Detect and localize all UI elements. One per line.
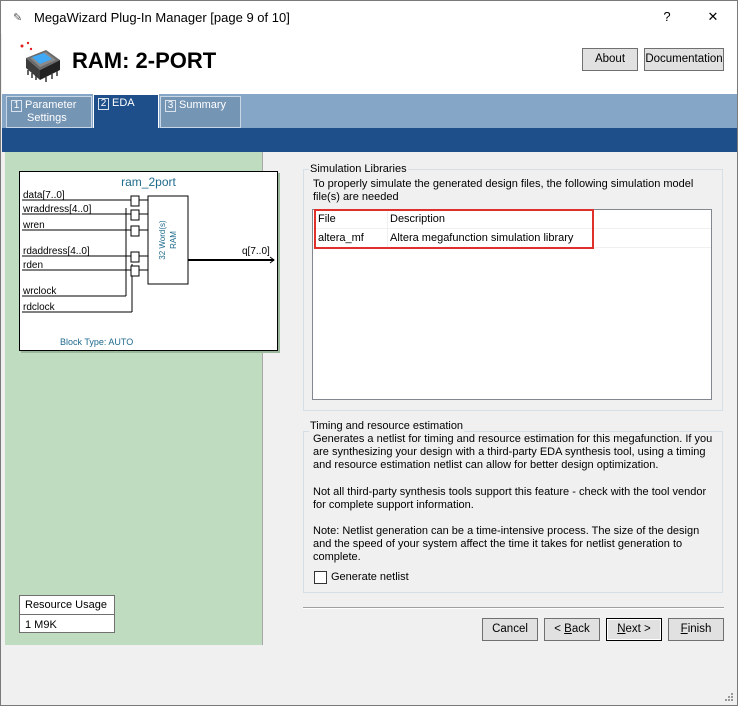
tab-label: Parameter — [25, 99, 77, 111]
close-button[interactable]: ✕ — [699, 5, 727, 29]
tab-number: 3 — [165, 100, 176, 112]
next-accelerator: N — [617, 623, 626, 635]
ram-block-type: RAM — [169, 231, 178, 249]
timing-paragraph-2: Not all third-party synthesis tools supp… — [313, 486, 706, 512]
next-label: ext > — [625, 623, 651, 635]
block-type-label: Block Type: AUTO — [60, 337, 134, 347]
pin-rdaddress: rdaddress[4..0] — [23, 246, 90, 257]
pin-rdclock: rdclock — [23, 302, 55, 313]
tab-number: 1 — [11, 100, 22, 112]
tab-label-line2: Settings — [27, 112, 67, 124]
timing-estimation-label: Timing and resource estimation — [309, 420, 465, 432]
megafunction-chip-icon — [20, 41, 60, 82]
resize-grip-icon[interactable] — [724, 692, 734, 702]
timing-p2-line1: Not all third-party synthesis tools supp… — [313, 486, 707, 498]
wizard-tab-strip: 1 Parameter Settings 2 EDA 3 Summary — [2, 94, 737, 128]
wizard-wand-icon: ✎ — [13, 12, 23, 24]
highlight-annotation — [314, 209, 594, 249]
ram-2port-symbol: ram_2port 32 Word(s) RAM data[7..0] wrad… — [19, 171, 278, 351]
finish-label: inish — [687, 623, 712, 635]
pin-rden: rden — [23, 260, 44, 271]
footer-separator — [303, 607, 724, 609]
timing-p1-line3: and resource estimation netlist can allo… — [313, 459, 659, 471]
timing-p3-line1: Note: Netlist generation can be a time-i… — [313, 525, 700, 537]
resource-usage-header: Resource Usage — [20, 596, 114, 615]
tab-label: Summary — [179, 99, 227, 111]
help-button[interactable]: ? — [653, 5, 681, 29]
window-title: MegaWizard Plug-In Manager [page 9 of 10… — [34, 10, 290, 25]
pin-wrclock: wrclock — [23, 286, 57, 297]
timing-paragraph-3: Note: Netlist generation can be a time-i… — [313, 525, 699, 564]
next-button[interactable]: Next > — [606, 618, 662, 641]
simulation-desc-line2: file(s) are needed — [313, 191, 399, 203]
cancel-button[interactable]: Cancel — [482, 618, 538, 641]
documentation-button[interactable]: Documentation — [644, 48, 724, 71]
page-title: RAM: 2-PORT — [72, 48, 217, 73]
tab-number: 2 — [98, 98, 109, 110]
tab-label: EDA — [112, 97, 135, 109]
pin-q: q[7..0] — [242, 246, 270, 257]
tab-summary[interactable]: 3 Summary — [160, 96, 241, 128]
back-button[interactable]: < Back — [544, 618, 600, 641]
about-button[interactable]: About — [582, 48, 638, 71]
finish-button[interactable]: Finish — [668, 618, 724, 641]
timing-p1-line1: Generates a netlist for timing and resou… — [313, 433, 713, 445]
timing-p2-line2: for complete support information. — [313, 499, 474, 511]
pin-wren: wren — [23, 220, 45, 231]
back-label: ack — [571, 623, 590, 635]
ram-block-words: 32 Word(s) — [158, 220, 167, 260]
timing-p1-line2: are synthesizing your design with a thir… — [313, 446, 706, 458]
simulation-description: To properly simulate the generated desig… — [313, 178, 693, 204]
megawizard-window: ✎ MegaWizard Plug-In Manager [page 9 of … — [0, 0, 738, 706]
tab-parameter-settings[interactable]: 1 Parameter Settings — [6, 96, 92, 128]
resource-usage-box: Resource Usage 1 M9K — [19, 595, 115, 633]
simulation-desc-line1: To properly simulate the generated desig… — [313, 178, 694, 190]
tab-eda[interactable]: 2 EDA — [93, 94, 159, 128]
timing-paragraph-1: Generates a netlist for timing and resou… — [313, 433, 712, 472]
page-header: RAM: 2-PORT About Documentation — [2, 34, 737, 94]
symbol-preview-pane: ram_2port 32 Word(s) RAM data[7..0] wrad… — [5, 152, 278, 645]
pin-data: data[7..0] — [23, 190, 65, 201]
pin-wraddress: wraddress[4..0] — [23, 204, 92, 215]
timing-p3-line2: and the speed of your system affect the … — [313, 538, 683, 550]
back-prefix: < — [554, 623, 565, 635]
tab-content-bar — [2, 128, 737, 152]
finish-accelerator: F — [680, 623, 688, 635]
generate-netlist-label[interactable]: Generate netlist — [331, 571, 409, 583]
generate-netlist-checkbox[interactable] — [314, 571, 327, 584]
resource-usage-value: 1 M9K — [25, 619, 57, 631]
back-accelerator: B — [564, 623, 572, 635]
timing-p3-line3: complete. — [313, 551, 361, 563]
simulation-libraries-label: Simulation Libraries — [309, 163, 408, 175]
title-bar: ✎ MegaWizard Plug-In Manager [page 9 of … — [1, 1, 737, 34]
